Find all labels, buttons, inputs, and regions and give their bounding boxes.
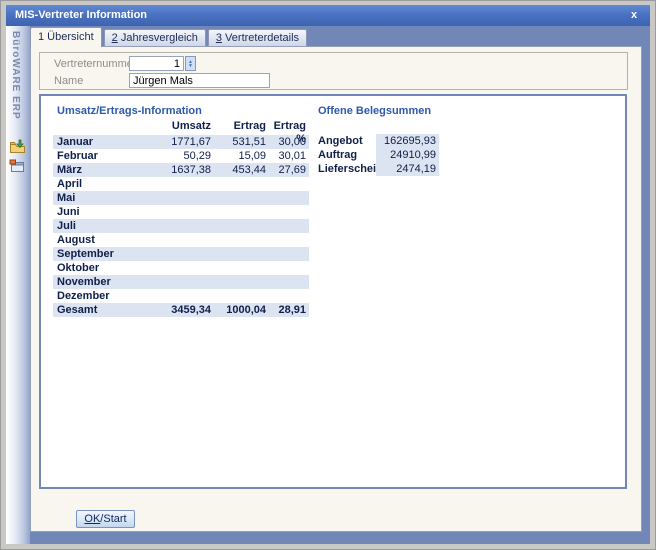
table-row-juli: Juli — [53, 219, 309, 233]
tab-vertreterdetails[interactable]: 3 Vertreterdetails — [208, 29, 307, 47]
title-bar: MIS-Vertreter Information x — [6, 5, 650, 26]
tab-label: Übersicht — [44, 31, 94, 43]
table-row-dezember: Dezember — [53, 289, 309, 303]
spinner-down-icon[interactable]: ▼ — [188, 64, 193, 68]
tab-bar: 1 Übersicht 2 Jahresvergleich 3 Vertrete… — [30, 27, 309, 47]
table-row-maerz: März 1637,38 453,44 27,69 — [53, 163, 309, 177]
table-row-februar: Februar 50,29 15,09 30,01 — [53, 149, 309, 163]
app-window: MIS-Vertreter Information x BüroWARE ERP — [0, 0, 656, 550]
tab-jahresvergleich[interactable]: 2 Jahresvergleich — [104, 29, 206, 47]
table-row-september: September — [53, 247, 309, 261]
close-icon[interactable]: x — [626, 5, 642, 26]
beleg-row-lieferschein: Lieferschein 2474,19 — [318, 162, 439, 176]
window-title: MIS-Vertreter Information — [15, 9, 147, 21]
table-row-mai: Mai — [53, 191, 309, 205]
table-row-juni: Juni — [53, 205, 309, 219]
brand-label: BüroWARE ERP — [10, 31, 21, 120]
beleg-row-angebot: Angebot 162695,93 — [318, 134, 439, 148]
window-content: BüroWARE ERP 1 Übersicht — [6, 26, 650, 544]
name-label: Name — [54, 75, 83, 87]
ok-rest: /Start — [100, 513, 126, 525]
ertrag-pct-header: Ertrag % — [266, 120, 308, 133]
ertrag-header: Ertrag — [211, 120, 266, 133]
form-window-icon[interactable] — [9, 158, 26, 174]
ok-mnemonic: OK — [84, 513, 100, 525]
table-row-april: April — [53, 177, 309, 191]
vertreternummer-input[interactable] — [129, 56, 184, 71]
umsatz-table: Umsatz Ertrag Ertrag % Januar 1771,67 53… — [53, 120, 309, 317]
tab-label: Jahresvergleich — [118, 32, 198, 44]
table-row-november: November — [53, 275, 309, 289]
vertreter-form-group: Vertreternummer ▲ ▼ Name — [39, 52, 628, 90]
umsatz-table-header: Umsatz Ertrag Ertrag % — [53, 120, 309, 133]
tab-uebersicht[interactable]: 1 Übersicht — [30, 27, 102, 47]
table-row-gesamt: Gesamt 3459,34 1000,04 28,91 — [53, 303, 309, 317]
folder-import-icon[interactable] — [9, 139, 26, 155]
beleg-row-auftrag: Auftrag 24910,99 — [318, 148, 439, 162]
umsatz-header: Umsatz — [149, 120, 211, 133]
table-row-januar: Januar 1771,67 531,51 30,00 — [53, 135, 309, 149]
beleg-table: Angebot 162695,93 Auftrag 24910,99 Liefe… — [318, 134, 439, 176]
table-row-august: August — [53, 233, 309, 247]
tab-page-uebersicht: Vertreternummer ▲ ▼ Name Umsatz/Ertrags-… — [30, 46, 642, 532]
beleg-section-title: Offene Belegsummen — [318, 105, 431, 117]
brand-sidebar: BüroWARE ERP — [6, 26, 30, 544]
vertreternummer-label: Vertreternummer — [54, 58, 137, 70]
overview-panel: Umsatz/Ertrags-Information Offene Belegs… — [39, 94, 627, 489]
tab-label: Vertreterdetails — [222, 32, 299, 44]
name-input[interactable] — [129, 73, 270, 88]
umsatz-section-title: Umsatz/Ertrags-Information — [57, 105, 202, 117]
table-row-oktober: Oktober — [53, 261, 309, 275]
ok-start-button[interactable]: OK/Start — [76, 510, 135, 528]
vertreternummer-spinner[interactable]: ▲ ▼ — [185, 56, 196, 71]
